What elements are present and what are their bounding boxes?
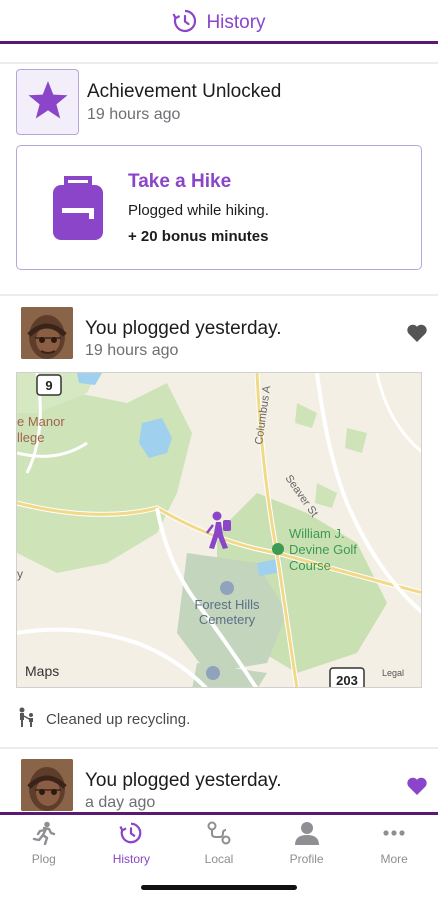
map-label-edge: y (17, 567, 23, 581)
activity-row: Cleaned up recycling. (16, 706, 190, 733)
route-203-shield: 203 (336, 673, 358, 688)
post-time: a day ago (85, 794, 156, 811)
tab-plog[interactable]: Plog (0, 815, 88, 866)
star-icon (26, 78, 70, 127)
tab-label: More (380, 852, 408, 866)
achievement-title: Achievement Unlocked (87, 81, 282, 102)
post-title: You plogged yesterday. (85, 318, 282, 339)
page-title: History (206, 12, 266, 33)
history-icon (118, 821, 144, 850)
tab-more[interactable]: More (350, 815, 438, 866)
map-label-cemetery-1: Forest Hills (194, 597, 260, 612)
tab-label: History (112, 852, 151, 866)
avatar[interactable] (21, 307, 73, 359)
tab-label: Profile (289, 852, 324, 866)
activity-label: Cleaned up recycling. (46, 711, 191, 728)
runner-icon (31, 821, 57, 850)
map-label-manor: e Manor (17, 414, 65, 429)
maps-brand-label: Maps (25, 663, 59, 679)
route-icon (206, 821, 232, 850)
header: History (0, 0, 438, 46)
avatar[interactable] (21, 759, 73, 811)
divider (0, 747, 438, 749)
tab-bar: Plog History Local Profile More (0, 815, 438, 866)
ellipsis-icon (381, 821, 407, 850)
post-title: You plogged yesterday. (85, 770, 282, 791)
family-icon (16, 706, 38, 733)
tab-label: Local (204, 852, 234, 866)
achievement-card-title: Take a Hike (128, 171, 232, 192)
divider (0, 294, 438, 296)
home-indicator[interactable] (141, 885, 297, 890)
person-icon (294, 821, 320, 850)
history-icon (172, 8, 198, 39)
heart-icon[interactable] (406, 776, 428, 801)
backpack-icon (50, 174, 106, 247)
map-label-golf-2: Devine Golf (289, 542, 357, 557)
route-9-shield: 9 (45, 378, 52, 393)
route-map[interactable]: 9 203 e Manor llege Columbus A Seaver St… (16, 372, 422, 688)
map-label-golf-1: William J. (289, 526, 345, 541)
history-feed[interactable]: Achievement Unlocked 19 hours ago Take a… (0, 44, 438, 812)
heart-icon[interactable] (406, 323, 428, 348)
tab-local[interactable]: Local (175, 815, 263, 866)
map-label-cemetery-2: Cemetery (199, 612, 256, 627)
divider (0, 62, 438, 64)
map-label-golf-3: Course (289, 558, 331, 573)
tab-label: Plog (31, 852, 56, 866)
achievement-card-bonus: + 20 bonus minutes (128, 228, 269, 245)
map-legal-link: Legal (382, 668, 404, 678)
tab-history[interactable]: History (88, 815, 176, 866)
achievement-badge (16, 69, 79, 135)
achievement-card-description: Plogged while hiking. (128, 202, 269, 219)
map-label-college: llege (17, 430, 44, 445)
achievement-card[interactable]: Take a Hike Plogged while hiking. + 20 b… (16, 145, 422, 270)
achievement-time: 19 hours ago (87, 106, 181, 123)
post-time: 19 hours ago (85, 342, 179, 359)
tab-profile[interactable]: Profile (263, 815, 351, 866)
